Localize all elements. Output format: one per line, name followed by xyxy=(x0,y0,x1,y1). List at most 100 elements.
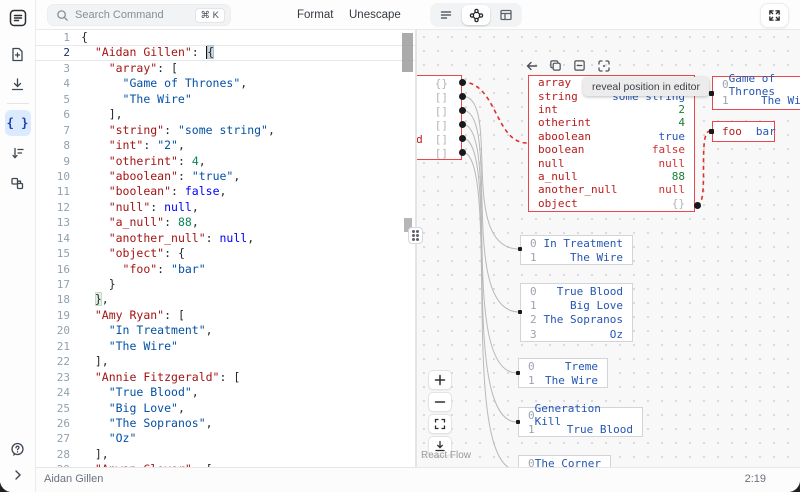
editor-line[interactable]: 26 "The Sopranos", xyxy=(36,416,415,431)
node-type-glyph: {} xyxy=(434,76,448,90)
editor-line[interactable]: 11 "boolean": false, xyxy=(36,184,415,199)
editor-lines: 1{2 "Aidan Gillen": {3 "array": [4 "Game… xyxy=(36,30,415,467)
text-view-button[interactable] xyxy=(432,5,460,25)
node-row: 0 In Treatment xyxy=(521,236,632,250)
node-row: [] xyxy=(417,118,461,132)
node-row: [] xyxy=(417,147,461,161)
editor-line[interactable]: 16 "foo": "bar" xyxy=(36,262,415,277)
editor-scrollbar-thumb[interactable] xyxy=(402,33,413,72)
json-code-editor[interactable]: 1{2 "Aidan Gillen": {3 "array": [4 "Game… xyxy=(36,30,415,467)
array-values-node[interactable]: 0Game of Thrones1 The Wire xyxy=(712,72,800,110)
anwan-glover-array-node[interactable]: 0 Treme 1 The Wire xyxy=(518,358,608,388)
editor-line[interactable]: 13 "a_null": 88, xyxy=(36,215,415,230)
editor-line[interactable]: 19 "Amy Ryan": [ xyxy=(36,308,415,323)
node-type-glyph: [] xyxy=(434,90,448,104)
root-object-node[interactable]: {}[][][]rd[][] xyxy=(417,75,462,160)
node-value: {} xyxy=(671,196,685,210)
foo-bar-node[interactable]: foo bar xyxy=(712,121,776,142)
editor-line[interactable]: 9 "otherint": 4, xyxy=(36,154,415,169)
format-button[interactable]: Format xyxy=(297,0,333,30)
copy-node-button[interactable] xyxy=(548,58,563,73)
zoom-out-button[interactable] xyxy=(428,392,452,412)
editor-line[interactable]: 2 "Aidan Gillen": { xyxy=(36,45,415,60)
search-input[interactable]: Search Command ⌘ K xyxy=(47,4,231,26)
graph-view-button[interactable] xyxy=(462,5,490,25)
editor-line[interactable]: 27 "Oz" xyxy=(36,431,415,446)
editor-line[interactable]: 15 "object": { xyxy=(36,246,415,261)
node-value: 2 xyxy=(678,102,685,116)
editor-line[interactable]: 28 ], xyxy=(36,447,415,462)
editor-line[interactable]: 7 "string": "some string", xyxy=(36,123,415,138)
editor-line[interactable]: 21 "The Wire" xyxy=(36,339,415,354)
editor-line[interactable]: 5 "The Wire" xyxy=(36,92,415,107)
node-key: foo xyxy=(722,124,742,138)
node-row: 1 Big Love xyxy=(521,298,632,312)
new-document-button[interactable] xyxy=(5,41,31,67)
amy-ryan-array-node[interactable]: 0 In Treatment 1 The Wire xyxy=(520,235,633,265)
node-row: otherint 4 xyxy=(529,116,694,129)
editor-line[interactable]: 1{ xyxy=(36,30,415,45)
collapse-node-button[interactable] xyxy=(572,58,587,73)
node-value: The Corner xyxy=(534,456,601,467)
editor-line[interactable]: 4 "Game of Thrones", xyxy=(36,76,415,91)
node-row: another_null null xyxy=(529,183,694,196)
editor-line[interactable]: 14 "another_null": null, xyxy=(36,231,415,246)
node-key: string xyxy=(538,89,578,103)
editor-line[interactable]: 3 "array": [ xyxy=(36,61,415,76)
react-flow-attribution[interactable]: React Flow xyxy=(421,450,471,461)
node-index: 1 xyxy=(722,93,729,107)
node-row: 0 True Blood xyxy=(521,284,632,298)
node-key: boolean xyxy=(538,143,585,157)
copy-icon xyxy=(550,60,561,71)
node-value: null xyxy=(658,156,686,170)
line-number: 23 xyxy=(56,370,70,384)
unescape-button[interactable]: Unescape xyxy=(349,0,401,30)
zoom-in-button[interactable] xyxy=(428,370,452,390)
node-type-glyph: [] xyxy=(434,119,448,133)
minus-icon xyxy=(434,401,446,403)
node-index: 1 xyxy=(530,299,537,313)
left-sidebar: { } xyxy=(0,0,36,492)
line-number: 7 xyxy=(63,123,70,137)
transform-nodes-button[interactable] xyxy=(5,170,31,196)
panel-divider[interactable] xyxy=(415,30,417,467)
fullscreen-button[interactable] xyxy=(760,3,789,28)
graph-canvas[interactable]: {}[][][]rd[][] array[]stringsome stringi… xyxy=(417,30,800,467)
node-key: a_null xyxy=(538,169,578,183)
app-logo-icon[interactable] xyxy=(5,5,31,31)
line-number: 16 xyxy=(56,262,70,276)
annie-fitzgerald-array-node[interactable]: 0 True Blood 1 Big Love 2 The Sopranos 3 Oz xyxy=(520,283,633,342)
help-button[interactable] xyxy=(5,436,31,462)
editor-line[interactable]: 12 "null": null, xyxy=(36,200,415,215)
editor-line[interactable]: 20 "In Treatment", xyxy=(36,323,415,338)
flatten-sort-button[interactable] xyxy=(5,140,31,166)
editor-line[interactable]: 22 ], xyxy=(36,354,415,369)
graph-view-icon xyxy=(469,8,483,22)
reveal-in-editor-button[interactable] xyxy=(524,58,539,73)
sidebar-item-json-editor[interactable]: { } xyxy=(4,110,31,136)
panel-resize-handle[interactable] xyxy=(408,227,423,244)
editor-line[interactable]: 24 "True Blood", xyxy=(36,385,415,400)
port xyxy=(458,78,466,86)
focus-icon xyxy=(597,59,610,72)
fit-view-button[interactable] xyxy=(428,414,452,434)
editor-line[interactable]: 18 }, xyxy=(36,292,415,307)
editor-line[interactable]: 6 ], xyxy=(36,107,415,122)
zoom-controls xyxy=(428,370,452,456)
port xyxy=(693,201,701,209)
clarke-peters-array-node[interactable]: 0 The Corner xyxy=(518,455,611,467)
node-index: 1 xyxy=(528,374,535,388)
editor-line[interactable]: 8 "int": "2", xyxy=(36,138,415,153)
editor-line[interactable]: 17 } xyxy=(36,277,415,292)
table-view-button[interactable] xyxy=(492,5,520,25)
node-index: 0 xyxy=(530,284,537,298)
node-key: rd xyxy=(417,133,423,147)
alexander-skarsgard-array-node[interactable]: 0 Generation Kill 1 True Blood xyxy=(518,402,643,437)
editor-line[interactable]: 23 "Annie Fitzgerald": [ xyxy=(36,370,415,385)
focus-node-button[interactable] xyxy=(596,58,611,73)
editor-line[interactable]: 25 "Big Love", xyxy=(36,401,415,416)
node-row: [] xyxy=(417,104,461,118)
editor-line[interactable]: 10 "aboolean": "true", xyxy=(36,169,415,184)
expand-sidebar-button[interactable] xyxy=(5,462,31,488)
download-button[interactable] xyxy=(5,71,31,97)
